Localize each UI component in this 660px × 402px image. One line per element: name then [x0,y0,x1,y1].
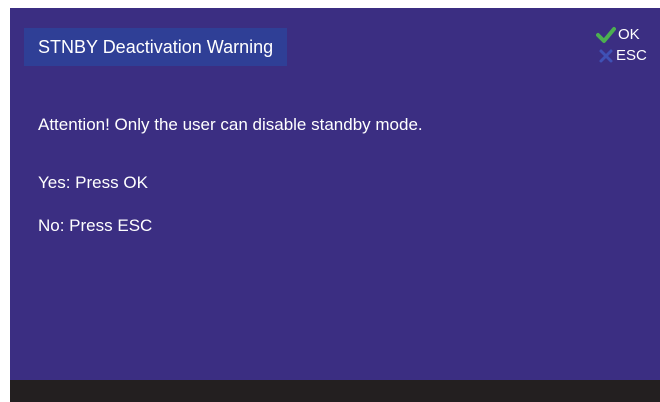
warning-dialog: STNBY Deactivation Warning OK ESC Attent… [10,8,660,380]
ok-label: OK [618,26,640,43]
status-bar [10,380,660,402]
esc-label: ESC [616,47,647,64]
device-screen: STNBY Deactivation Warning OK ESC Attent… [0,0,660,402]
yes-instruction: Yes: Press OK [38,173,148,192]
no-instruction: No: Press ESC [38,216,153,235]
x-icon [596,47,616,65]
attention-message: Attention! Only the user can disable sta… [38,115,423,134]
softkey-legend: OK ESC [596,26,658,68]
dialog-title: STNBY Deactivation Warning [24,28,288,66]
esc-softkey[interactable]: ESC [596,47,658,65]
checkmark-icon [596,26,616,44]
ok-softkey[interactable]: OK [596,26,658,44]
